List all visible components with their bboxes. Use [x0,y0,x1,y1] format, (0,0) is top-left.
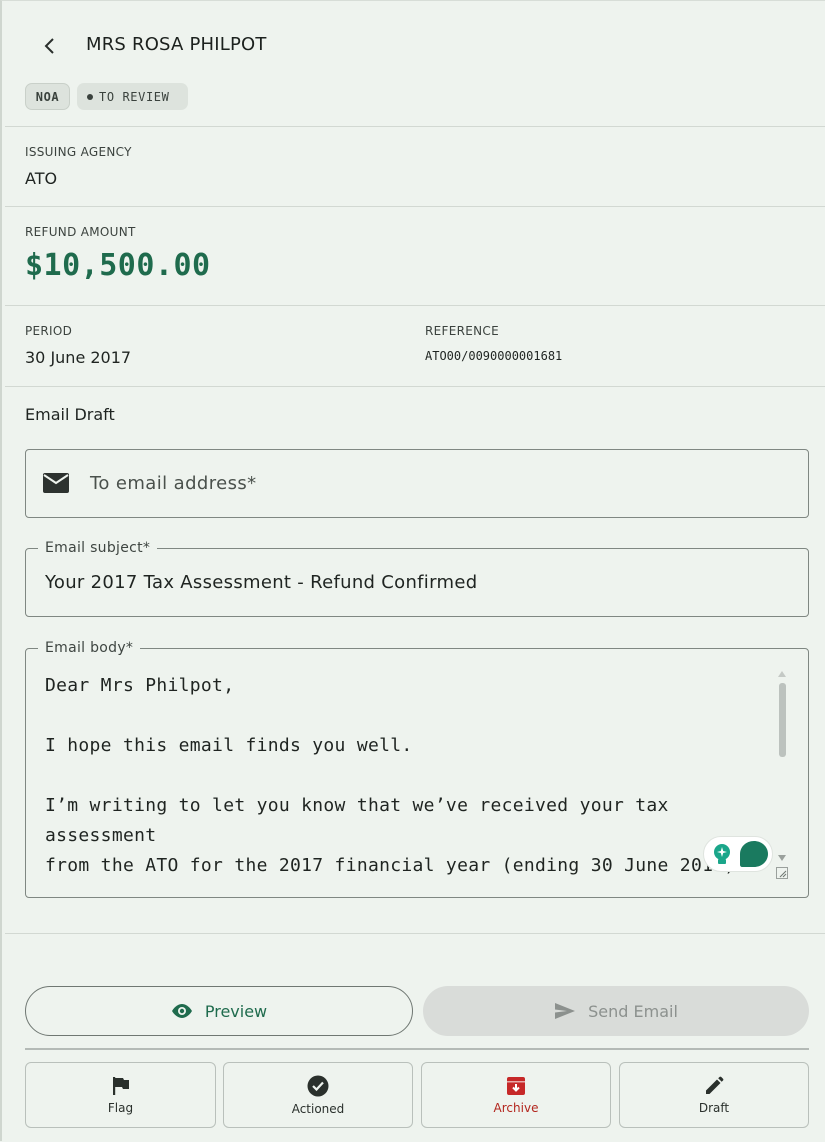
divider [5,305,825,306]
scroll-down-arrow-icon[interactable] [778,855,786,861]
period-value: 30 June 2017 [25,348,132,367]
issuing-agency-label: ISSUING AGENCY [25,145,132,159]
flag-label: Flag [107,1100,134,1115]
refund-amount-label: REFUND AMOUNT [25,225,136,239]
email-subject-value[interactable]: Your 2017 Tax Assessment - Refund Confir… [45,572,477,593]
actioned-label: Actioned [291,1101,345,1116]
period-label: PERIOD [25,324,73,338]
divider [5,933,825,934]
send-email-label: Send Email [588,1001,678,1021]
lightbulb-icon [714,844,730,864]
email-body-value[interactable]: Dear Mrs Philpot, I hope this email find… [45,671,765,881]
send-email-button[interactable]: Send Email [423,986,809,1036]
refund-amount-value: $10,500.00 [25,248,211,283]
archive-icon [507,1076,525,1095]
reference-value: ATO00/0090000001681 [425,349,563,363]
email-draft-heading: Email Draft [25,405,115,424]
draft-button[interactable]: Draft [619,1062,809,1128]
back-button[interactable] [36,32,64,60]
send-icon [555,1003,576,1019]
status-badge: TO REVIEW [77,83,188,110]
divider [5,126,825,127]
archive-label: Archive [493,1100,539,1115]
preview-button[interactable]: Preview [25,986,413,1036]
page-title: MRS ROSA PHILPOT [86,34,267,55]
eye-icon [171,1004,192,1018]
email-subject-label: Email subject* [38,540,158,556]
scroll-up-arrow-icon[interactable] [778,671,786,677]
to-email-placeholder: To email address* [90,473,257,494]
archive-button[interactable]: Archive [421,1062,611,1128]
mail-icon [43,473,69,493]
divider [5,206,825,207]
email-body-label: Email body* [38,640,141,656]
to-email-field[interactable]: To email address* [25,449,809,518]
issuing-agency-value: ATO [25,169,58,188]
chat-bubble-icon [740,841,768,867]
resize-handle-icon[interactable] [776,867,788,879]
reference-label: REFERENCE [425,324,499,338]
flag-icon [112,1076,129,1095]
divider [5,386,825,387]
status-dot-icon [87,93,93,100]
email-body-field[interactable]: Email body* Dear Mrs Philpot, I hope thi… [25,640,809,898]
check-circle-icon [307,1075,329,1096]
header: MRS ROSA PHILPOT NOA TO REVIEW [0,0,825,126]
writing-assistant-widget[interactable] [703,836,773,872]
chevron-left-icon [44,38,54,54]
preview-label: Preview [204,1001,268,1021]
email-subject-field[interactable]: Email subject* Your 2017 Tax Assessment … [25,540,809,617]
doc-type-badge: NOA [25,83,70,110]
status-label: TO REVIEW [99,89,170,104]
actioned-button[interactable]: Actioned [223,1062,413,1128]
pencil-icon [706,1076,724,1094]
divider [25,1048,809,1050]
scrollbar-thumb[interactable] [779,683,786,757]
flag-button[interactable]: Flag [25,1062,216,1128]
draft-label: Draft [698,1100,730,1115]
